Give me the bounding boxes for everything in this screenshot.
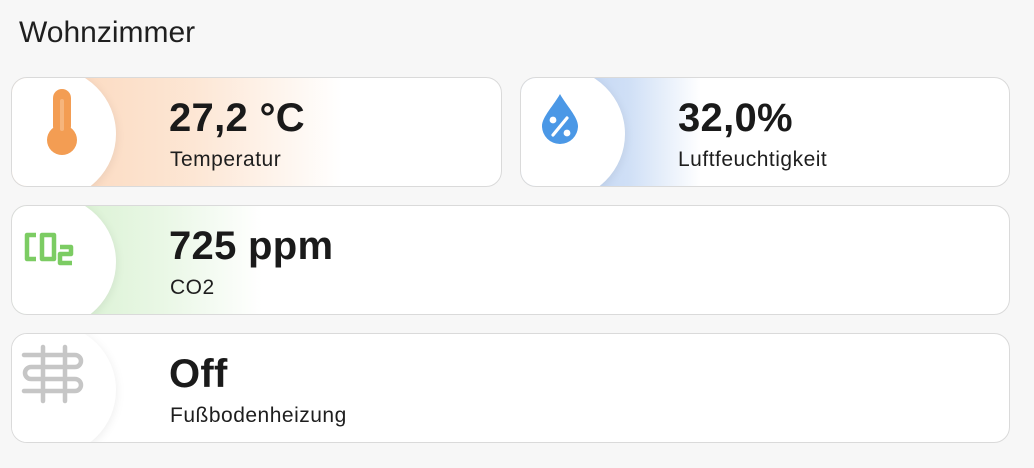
temperature-label: Temperatur [170, 148, 282, 171]
temperature-value: 27,2 °C [169, 96, 305, 140]
floor-heating-tile[interactable]: Off Fußbodenheizung [11, 333, 1010, 443]
co2-tile[interactable]: 725 ppm CO2 [11, 205, 1010, 315]
floor-heating-label: Fußbodenheizung [170, 404, 347, 427]
co2-label: CO2 [170, 276, 215, 299]
humidity-value: 32,0% [678, 96, 793, 140]
humidity-tile[interactable]: 32,0% Luftfeuchtigkeit [520, 77, 1010, 187]
floor-heating-state: Off [169, 352, 228, 396]
thermometer-icon [34, 85, 90, 170]
co2-value: 725 ppm [169, 224, 334, 268]
molecule-co2-icon [22, 231, 80, 272]
humidity-label: Luftfeuchtigkeit [678, 148, 828, 171]
water-percent-icon [537, 91, 583, 150]
temperature-tile[interactable]: 27,2 °C Temperatur [11, 77, 502, 187]
room-title: Wohnzimmer [19, 16, 196, 49]
heating-coil-icon [20, 343, 84, 412]
